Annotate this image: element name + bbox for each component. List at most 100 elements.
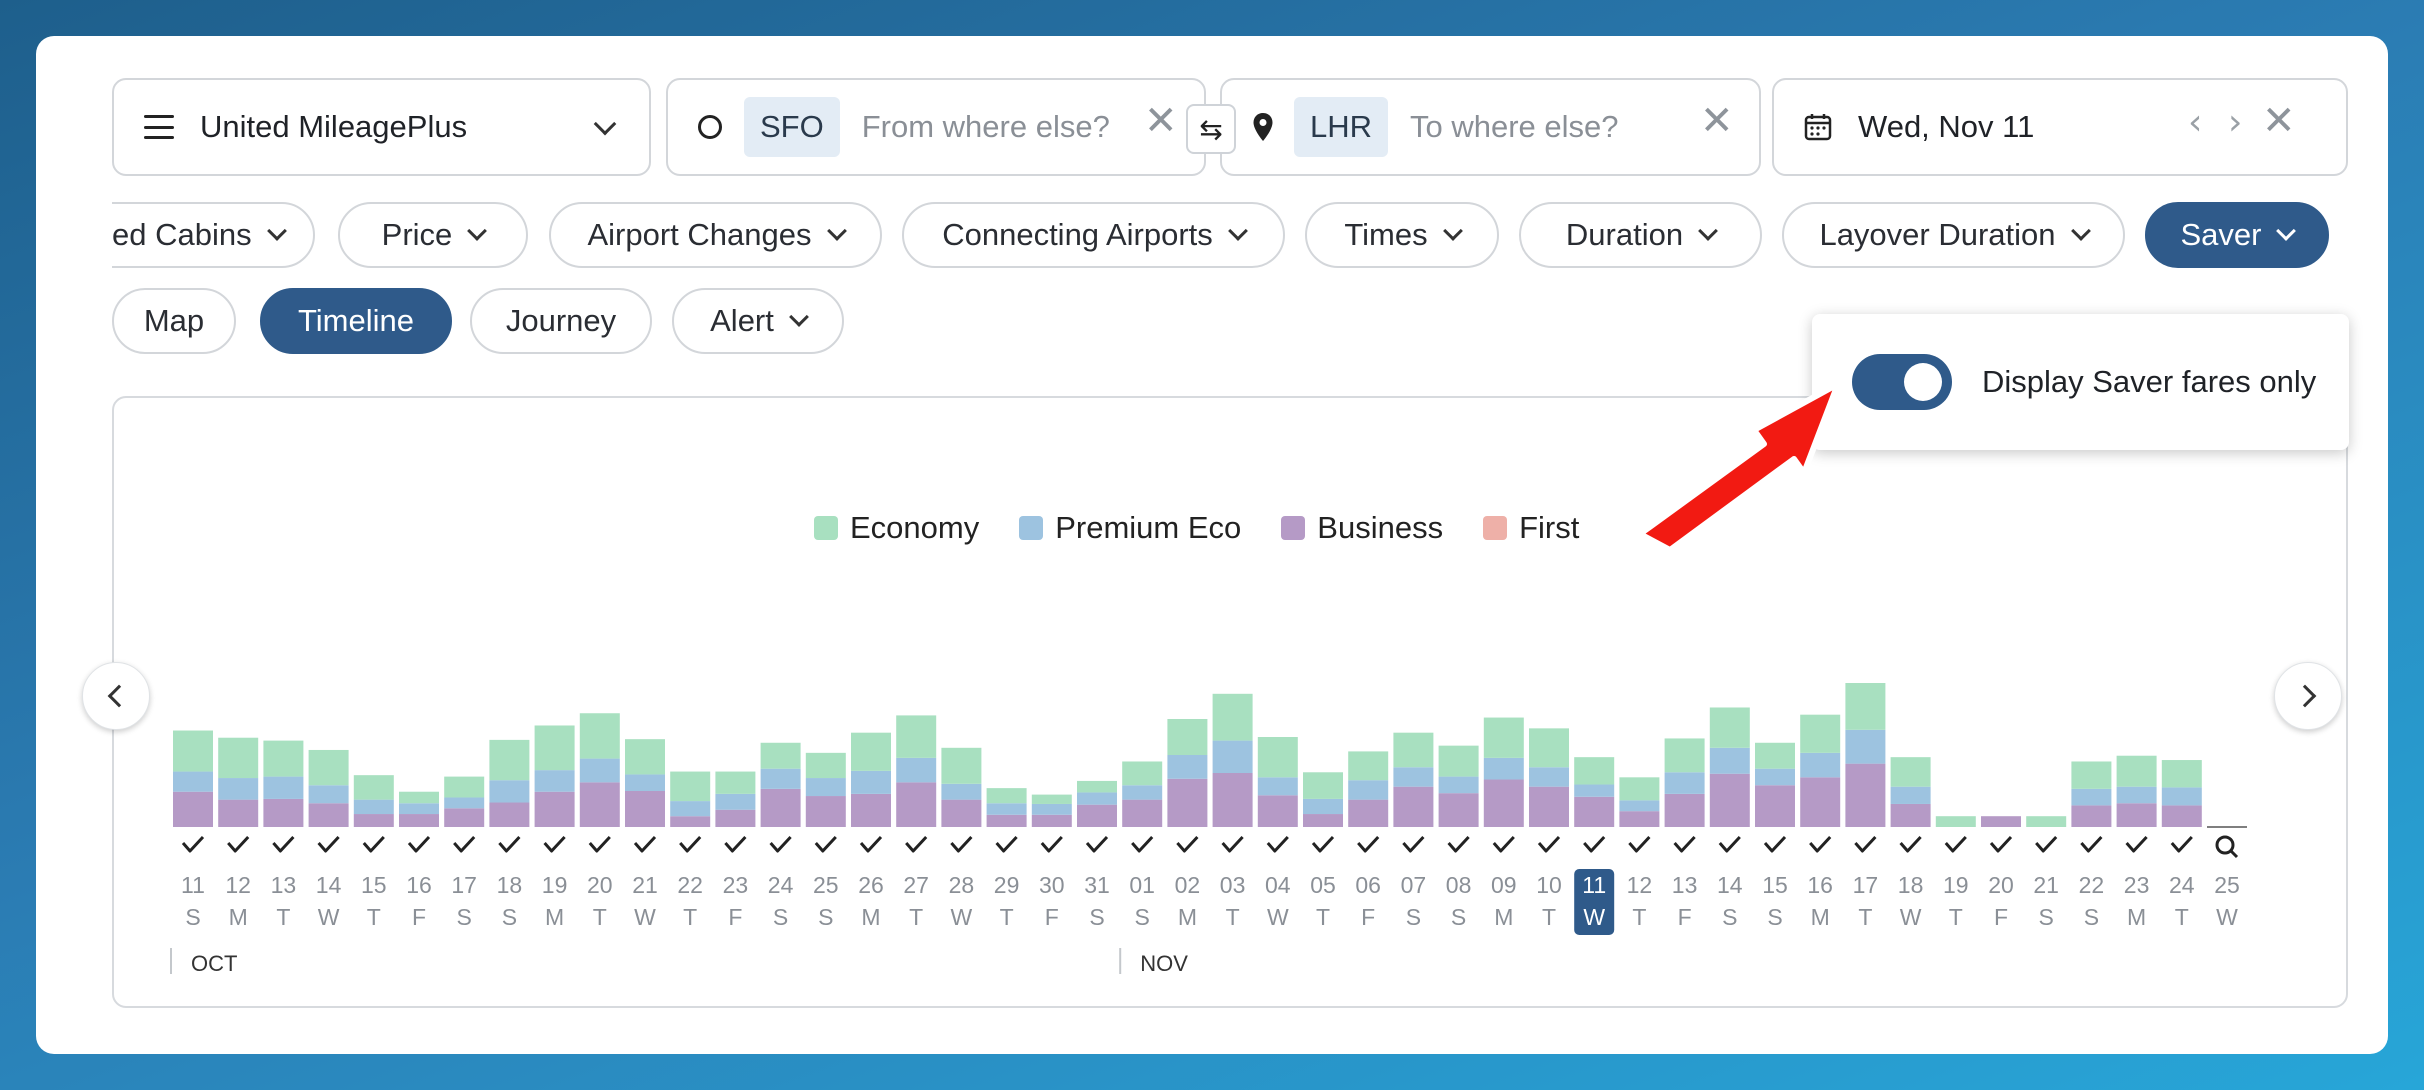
- bar-economy[interactable]: [489, 739, 530, 781]
- search-day-icon[interactable]: [2215, 835, 2239, 859]
- bar-economy[interactable]: [1664, 738, 1705, 773]
- day-number-label[interactable]: 16: [406, 872, 432, 898]
- day-number-label[interactable]: 13: [271, 872, 297, 898]
- bar-economy[interactable]: [1755, 742, 1795, 769]
- bar-premium-eco[interactable]: [760, 768, 801, 789]
- bar-economy[interactable]: [1438, 745, 1479, 777]
- filter-price[interactable]: Price: [338, 202, 528, 268]
- next-range-button[interactable]: [2274, 662, 2342, 730]
- destination-code-chip[interactable]: LHR: [1294, 97, 1389, 157]
- bar-premium-eco[interactable]: [2071, 788, 2112, 806]
- bar-premium-eco[interactable]: [1483, 757, 1524, 780]
- bar-business[interactable]: [1348, 799, 1389, 827]
- bar-economy[interactable]: [1031, 794, 1072, 804]
- bar-economy[interactable]: [805, 752, 846, 779]
- bar-business[interactable]: [444, 808, 485, 827]
- filter-airport-changes[interactable]: Airport Changes: [549, 202, 882, 268]
- day-number-label[interactable]: 25: [813, 872, 839, 898]
- bar-economy[interactable]: [1303, 772, 1343, 799]
- bar-business[interactable]: [1167, 778, 1208, 827]
- bar-premium-eco[interactable]: [1257, 777, 1298, 796]
- day-number-label[interactable]: 17: [451, 872, 477, 898]
- day-number-label[interactable]: 05: [1310, 872, 1336, 898]
- bar-economy[interactable]: [1167, 719, 1208, 755]
- filter-cabins[interactable]: ted Cabins: [112, 202, 315, 268]
- bar-premium-eco[interactable]: [1845, 729, 1886, 764]
- bar-premium-eco[interactable]: [1709, 747, 1750, 774]
- day-number-label[interactable]: 03: [1220, 872, 1246, 898]
- bar-business[interactable]: [1619, 811, 1660, 827]
- day-number-label[interactable]: 29: [994, 872, 1020, 898]
- bar-business[interactable]: [1755, 785, 1795, 827]
- bar-business[interactable]: [353, 814, 394, 827]
- bar-premium-eco[interactable]: [625, 774, 665, 791]
- day-number-label[interactable]: 22: [677, 872, 703, 898]
- bar-economy[interactable]: [896, 715, 937, 758]
- day-number-label[interactable]: 21: [632, 872, 658, 898]
- bar-business[interactable]: [1529, 786, 1569, 827]
- bar-economy[interactable]: [1800, 714, 1841, 753]
- bar-premium-eco[interactable]: [399, 803, 439, 815]
- alert-button[interactable]: Alert: [672, 288, 844, 354]
- filter-saver[interactable]: Saver: [2145, 202, 2329, 268]
- bar-premium-eco[interactable]: [896, 757, 937, 783]
- bar-premium-eco[interactable]: [1529, 767, 1569, 787]
- day-number-label[interactable]: 20: [1988, 872, 2014, 898]
- day-number-label[interactable]: 14: [316, 872, 342, 898]
- bar-economy[interactable]: [263, 740, 304, 777]
- day-number-label[interactable]: 08: [1446, 872, 1472, 898]
- day-number-label[interactable]: 02: [1175, 872, 1201, 898]
- day-number-label[interactable]: 10: [1536, 872, 1562, 898]
- destination-field[interactable]: LHR To where else? ✕: [1220, 78, 1761, 176]
- day-number-label[interactable]: 12: [225, 872, 251, 898]
- program-select[interactable]: United MileagePlus: [112, 78, 651, 176]
- prev-range-button[interactable]: [82, 662, 150, 730]
- bar-economy[interactable]: [1529, 728, 1569, 768]
- bar-premium-eco[interactable]: [1393, 767, 1434, 787]
- day-number-label[interactable]: 20: [587, 872, 613, 898]
- bar-economy[interactable]: [534, 725, 575, 771]
- bar-premium-eco[interactable]: [308, 785, 349, 804]
- clear-origin-icon[interactable]: ✕: [1144, 98, 1178, 144]
- bar-premium-eco[interactable]: [1438, 776, 1479, 794]
- bar-economy[interactable]: [579, 713, 620, 759]
- bar-business[interactable]: [1709, 773, 1750, 827]
- bar-business[interactable]: [1800, 777, 1841, 827]
- bar-premium-eco[interactable]: [1755, 768, 1795, 786]
- bar-business[interactable]: [308, 803, 349, 827]
- day-number-label[interactable]: 12: [1627, 872, 1653, 898]
- bar-premium-eco[interactable]: [670, 801, 711, 817]
- bar-business[interactable]: [1303, 814, 1343, 827]
- bar-economy[interactable]: [444, 776, 485, 798]
- bar-premium-eco[interactable]: [1574, 784, 1615, 797]
- day-number-label[interactable]: 11: [181, 872, 205, 898]
- bar-business[interactable]: [1664, 793, 1705, 827]
- day-number-label[interactable]: 15: [361, 872, 387, 898]
- bar-business[interactable]: [2161, 805, 2202, 827]
- day-number-label[interactable]: 31: [1084, 872, 1110, 898]
- day-number-label[interactable]: 24: [768, 872, 794, 898]
- next-date-icon[interactable]: ›: [2228, 102, 2242, 143]
- origin-input[interactable]: From where else?: [862, 109, 1110, 145]
- bar-premium-eco[interactable]: [851, 770, 891, 794]
- bar-premium-eco[interactable]: [1303, 798, 1343, 815]
- bar-premium-eco[interactable]: [173, 771, 213, 792]
- bar-business[interactable]: [805, 796, 846, 827]
- view-timeline[interactable]: Timeline: [260, 288, 452, 354]
- bar-business[interactable]: [1393, 786, 1434, 827]
- bar-economy[interactable]: [1393, 732, 1434, 768]
- bar-business[interactable]: [670, 816, 711, 827]
- bar-premium-eco[interactable]: [1348, 780, 1389, 800]
- bar-premium-eco[interactable]: [941, 783, 982, 800]
- clear-date-icon[interactable]: ✕: [2262, 98, 2296, 144]
- bar-premium-eco[interactable]: [1122, 785, 1163, 800]
- bar-business[interactable]: [2116, 803, 2157, 827]
- bar-business[interactable]: [625, 791, 665, 827]
- bar-economy[interactable]: [715, 771, 756, 794]
- bar-premium-eco[interactable]: [1619, 800, 1660, 812]
- day-number-label[interactable]: 18: [497, 872, 523, 898]
- bar-business[interactable]: [1257, 795, 1298, 827]
- origin-code-chip[interactable]: SFO: [744, 97, 840, 157]
- day-number-label[interactable]: 23: [723, 872, 749, 898]
- bar-business[interactable]: [534, 791, 575, 827]
